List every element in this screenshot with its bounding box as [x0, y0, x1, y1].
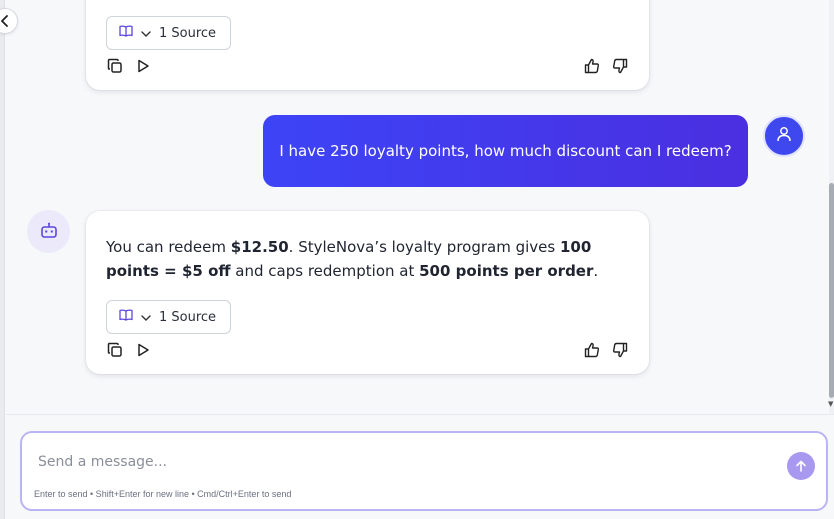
play-icon[interactable] — [134, 57, 152, 75]
send-button[interactable] — [787, 452, 815, 480]
chat-area: 1 Source I have 250 loyalty points, how … — [6, 0, 828, 414]
scroll-down-arrow-icon[interactable]: ▼ — [828, 400, 833, 408]
chevron-down-icon — [141, 26, 151, 41]
source-count-label: 1 Source — [159, 309, 217, 325]
message-actions — [106, 56, 629, 76]
message-composer: Enter to send • Shift+Enter for new line… — [20, 431, 828, 511]
copy-icon[interactable] — [106, 341, 124, 359]
assistant-message-card: 1 Source — [86, 0, 649, 90]
message-input[interactable] — [38, 451, 758, 473]
user-icon — [776, 126, 792, 146]
message-actions — [106, 340, 629, 360]
thumbs-up-icon[interactable] — [583, 57, 601, 75]
composer-hint: Enter to send • Shift+Enter for new line… — [34, 489, 292, 499]
thumbs-down-icon[interactable] — [611, 57, 629, 75]
user-avatar — [763, 115, 805, 157]
book-icon — [119, 309, 133, 325]
copy-icon[interactable] — [106, 57, 124, 75]
left-rail — [0, 0, 5, 519]
assistant-message-card: You can redeem $12.50. StyleNova’s loyal… — [86, 211, 649, 374]
source-count-label: 1 Source — [159, 25, 217, 41]
assistant-message-text: You can redeem $12.50. StyleNova’s loyal… — [106, 238, 599, 280]
sources-toggle-button[interactable]: 1 Source — [106, 300, 231, 334]
composer-area: Enter to send • Shift+Enter for new line… — [6, 414, 834, 519]
chat-scrollbar-thumb[interactable] — [829, 183, 834, 398]
book-icon — [119, 25, 133, 41]
user-message-text: I have 250 loyalty points, how much disc… — [279, 142, 732, 160]
play-icon[interactable] — [134, 341, 152, 359]
arrow-up-icon — [795, 457, 807, 476]
assistant-avatar — [27, 210, 70, 253]
thumbs-down-icon[interactable] — [611, 341, 629, 359]
robot-icon — [40, 222, 58, 242]
user-message-bubble: I have 250 loyalty points, how much disc… — [263, 115, 748, 187]
chevron-down-icon — [141, 310, 151, 325]
thumbs-up-icon[interactable] — [583, 341, 601, 359]
sources-toggle-button[interactable]: 1 Source — [106, 16, 231, 50]
